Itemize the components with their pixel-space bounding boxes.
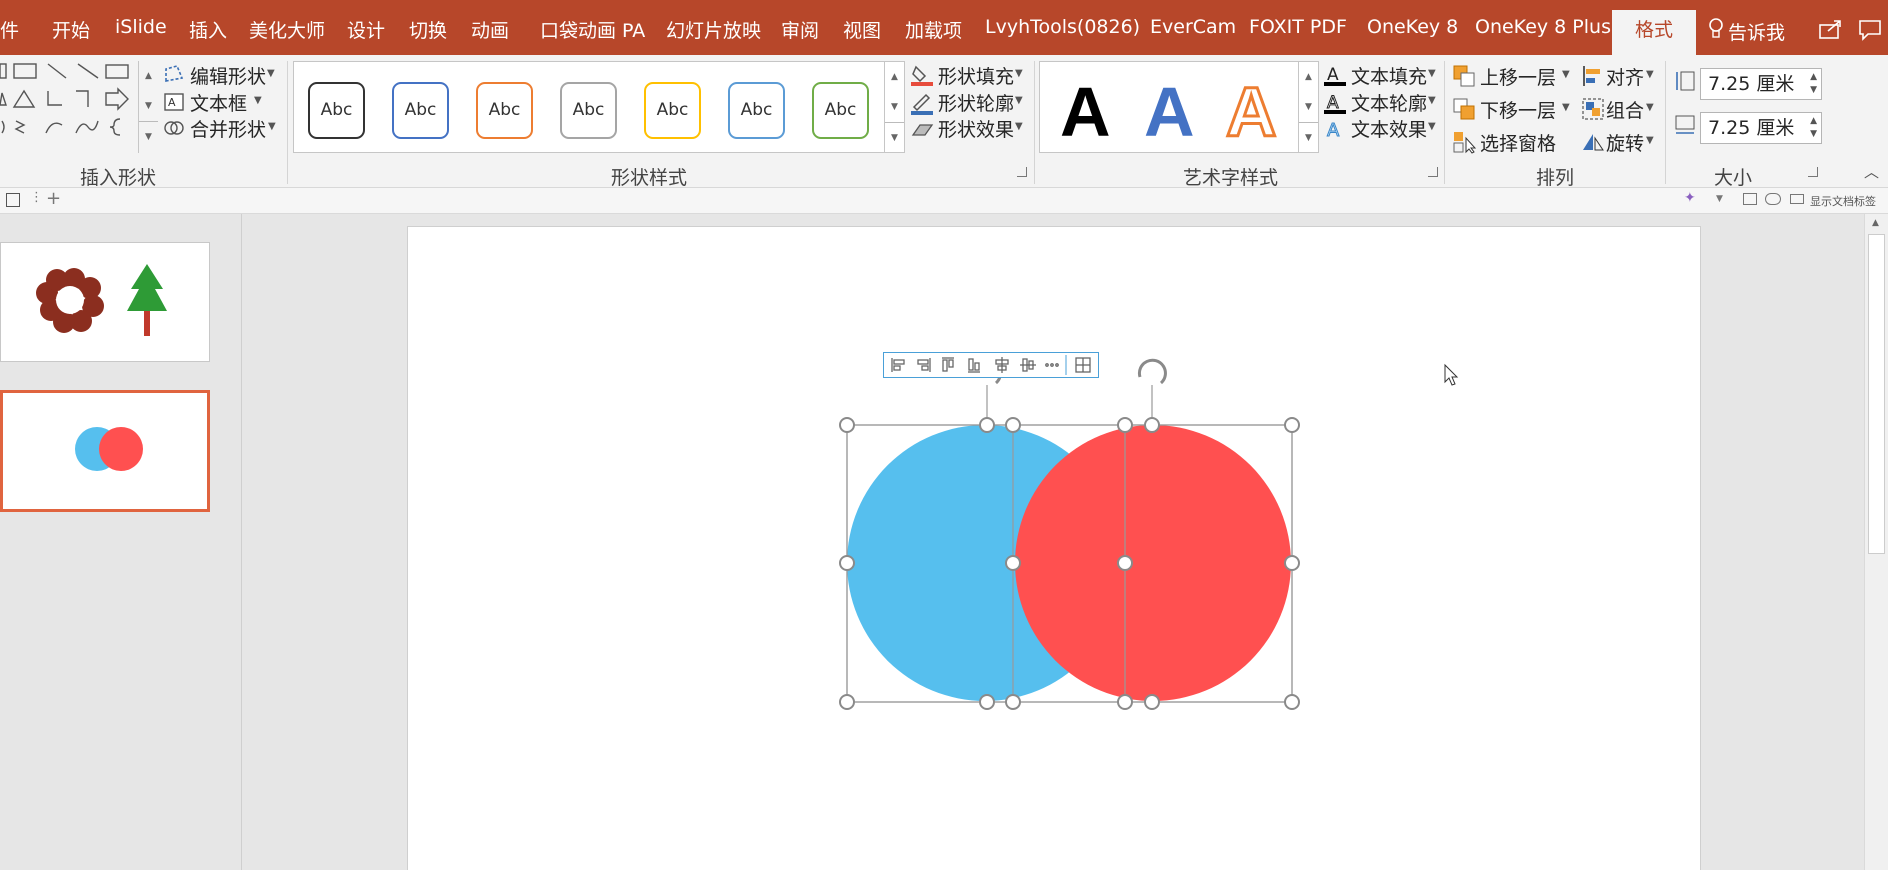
align-middle-icon[interactable] <box>1020 358 1036 372</box>
resize-handle[interactable] <box>1144 694 1160 710</box>
scroll-thumb[interactable] <box>1868 234 1885 554</box>
red-circle-shape[interactable] <box>1015 425 1291 701</box>
resize-handle[interactable] <box>839 555 855 571</box>
align-bottom-icon[interactable] <box>968 358 980 373</box>
resize-handle[interactable] <box>979 417 995 433</box>
align-center-icon[interactable] <box>995 357 1009 373</box>
selection-overlay <box>839 358 1459 710</box>
distribute-vertical-icon[interactable] <box>1075 357 1091 373</box>
resize-handle[interactable] <box>1284 694 1300 710</box>
resize-handle[interactable] <box>1117 417 1133 433</box>
scroll-up-icon[interactable]: ▲ <box>1872 218 1879 228</box>
resize-handle[interactable] <box>1144 417 1160 433</box>
resize-handle[interactable] <box>1117 694 1133 710</box>
align-right-icon[interactable] <box>917 358 931 372</box>
rotate-handle-icon[interactable] <box>1137 358 1167 385</box>
resize-handle[interactable] <box>1005 555 1021 571</box>
resize-handle[interactable] <box>839 694 855 710</box>
align-mini-toolbar <box>883 352 1099 378</box>
resize-handle[interactable] <box>1117 555 1133 571</box>
resize-handle[interactable] <box>979 694 995 710</box>
distribute-icon[interactable] <box>1045 363 1059 367</box>
resize-handle[interactable] <box>1284 417 1300 433</box>
resize-handle[interactable] <box>1284 555 1300 571</box>
powerpoint-window: 件 开始 iSlide 插入 美化大师 设计 切换 动画 口袋动画 PA 幻灯片… <box>0 0 1888 870</box>
align-left-icon[interactable] <box>891 358 905 372</box>
vertical-scrollbar[interactable]: ▲ <box>1864 214 1888 870</box>
resize-handle[interactable] <box>1005 694 1021 710</box>
align-top-icon[interactable] <box>942 357 954 372</box>
resize-handle[interactable] <box>839 417 855 433</box>
resize-handle[interactable] <box>1005 417 1021 433</box>
mouse-cursor-icon <box>1444 363 1459 386</box>
